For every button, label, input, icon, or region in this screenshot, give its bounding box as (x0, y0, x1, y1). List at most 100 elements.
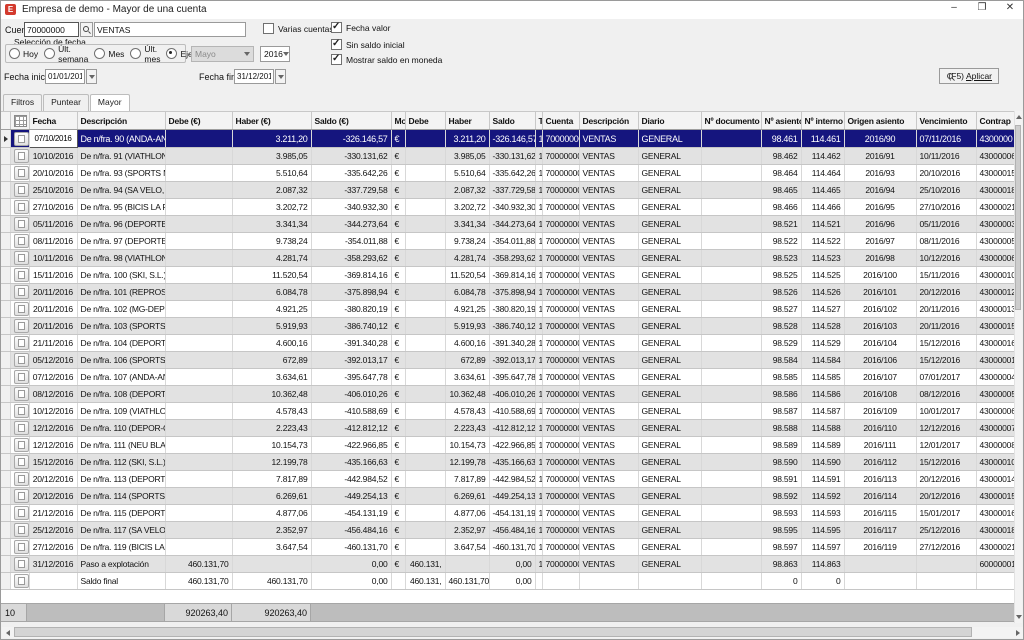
cell-msaldo[interactable]: -340.932,30 (489, 199, 535, 216)
cell-t[interactable]: 1 (535, 165, 542, 182)
tab-filtros[interactable]: Filtros (3, 94, 42, 111)
cell-diario[interactable]: GENERAL (638, 335, 701, 352)
tab-puntear[interactable]: Puntear (43, 94, 89, 111)
cell-mhaber[interactable]: 460.131,70 (445, 573, 489, 590)
cell-ndoc[interactable] (701, 539, 761, 556)
cell-venc[interactable]: 15/12/2016 (916, 454, 976, 471)
cell-cuenta[interactable]: 70000000 (542, 182, 579, 199)
cell-desc[interactable]: De n/fra. 114 (SPORTS MARÍA) (77, 488, 165, 505)
table-row[interactable]: 10/12/2016De n/fra. 109 (VIATHLON, S.L.)… (1, 403, 1018, 420)
row-detail-cell[interactable] (10, 522, 29, 539)
cell-fecha[interactable]: 21/12/2016 (29, 505, 77, 522)
cell-origen[interactable]: 2016/114 (844, 488, 916, 505)
row-detail-cell[interactable] (10, 233, 29, 250)
cell-fecha[interactable]: 07/10/2016 (29, 130, 77, 148)
cell-ndoc[interactable] (701, 267, 761, 284)
cell-saldo[interactable]: -369.814,16 (311, 267, 391, 284)
table-row[interactable]: 27/10/2016De n/fra. 95 (BICIS LA REAL, S… (1, 199, 1018, 216)
cell-cuenta[interactable]: 70000000 (542, 437, 579, 454)
table-row[interactable]: 21/11/2016De n/fra. 104 (DEPORTES DE ARA… (1, 335, 1018, 352)
cell-desc2[interactable]: VENTAS (579, 505, 638, 522)
cell-interno[interactable]: 114.863 (801, 556, 844, 573)
cell-contrap[interactable]: 43000012 - R (976, 284, 1018, 301)
cell-debe[interactable] (165, 233, 232, 250)
cell-venc[interactable]: 20/10/2016 (916, 165, 976, 182)
cell-debe[interactable]: 460.131,70 (165, 573, 232, 590)
document-icon[interactable] (14, 489, 29, 503)
cell-diario[interactable]: GENERAL (638, 250, 701, 267)
cell-venc[interactable]: 15/11/2016 (916, 267, 976, 284)
cell-desc2[interactable]: VENTAS (579, 352, 638, 369)
cell-ndoc[interactable] (701, 454, 761, 471)
row-detail-cell[interactable] (10, 130, 29, 148)
cell-diario[interactable]: GENERAL (638, 301, 701, 318)
table-row[interactable]: 07/10/2016De n/fra. 90 (ANDA-ANDA3.211,2… (1, 130, 1018, 148)
cell-saldo[interactable]: -410.588,69 (311, 403, 391, 420)
cell-mdebe[interactable] (405, 130, 445, 148)
row-detail-cell[interactable] (10, 539, 29, 556)
cell-msaldo[interactable]: -460.131,70 (489, 539, 535, 556)
cell-desc2[interactable]: VENTAS (579, 403, 638, 420)
cell-desc[interactable]: De n/fra. 94 (SA VELO, S.A.) (77, 182, 165, 199)
cell-diario[interactable]: GENERAL (638, 148, 701, 165)
cell-saldo[interactable]: -456.484,16 (311, 522, 391, 539)
cell-fecha[interactable]: 15/12/2016 (29, 454, 77, 471)
vertical-scrollbar[interactable] (1014, 111, 1022, 623)
col-header-t[interactable]: T (535, 112, 542, 130)
cell-venc[interactable]: 15/12/2016 (916, 352, 976, 369)
cell-contrap[interactable]: 43000006 - V (976, 148, 1018, 165)
cell-desc[interactable]: De n/fra. 100 (SKI, S.L.) (77, 267, 165, 284)
cell-interno[interactable]: 114.528 (801, 318, 844, 335)
document-icon[interactable] (14, 353, 29, 367)
cell-mhaber[interactable]: 4.578,43 (445, 403, 489, 420)
cuenta-name-input[interactable] (94, 22, 246, 37)
cell-mdebe[interactable] (405, 505, 445, 522)
cell-saldo[interactable]: -386.740,12 (311, 318, 391, 335)
cell-interno[interactable]: 114.466 (801, 199, 844, 216)
cell-venc[interactable]: 20/12/2016 (916, 488, 976, 505)
row-selector[interactable] (1, 233, 10, 250)
year-select[interactable]: 2016 (260, 46, 290, 62)
cell-contrap[interactable]: 43000018 - S (976, 522, 1018, 539)
cell-msaldo[interactable]: -326.146,57 (489, 130, 535, 148)
cell-mhaber[interactable]: 10.362,48 (445, 386, 489, 403)
cell-origen[interactable]: 2016/102 (844, 301, 916, 318)
cell-asiento[interactable]: 0 (761, 573, 801, 590)
table-row[interactable]: 08/12/2016De n/fra. 108 (DEPORTES CANTAB… (1, 386, 1018, 403)
cell-interno[interactable]: 114.522 (801, 233, 844, 250)
cell-origen[interactable]: 2016/110 (844, 420, 916, 437)
cell-debe[interactable] (165, 250, 232, 267)
cell-interno[interactable]: 114.597 (801, 539, 844, 556)
cell-debe[interactable] (165, 148, 232, 165)
cell-mdebe[interactable] (405, 352, 445, 369)
cell-debe[interactable] (165, 284, 232, 301)
cell-desc2[interactable]: VENTAS (579, 267, 638, 284)
cell-fecha[interactable]: 08/12/2016 (29, 386, 77, 403)
cell-t[interactable]: 1 (535, 130, 542, 148)
col-header-venc[interactable]: Vencimiento (916, 112, 976, 130)
cell-t[interactable]: 1 (535, 369, 542, 386)
cell-t[interactable]: 1 (535, 301, 542, 318)
cell-asiento[interactable]: 98.588 (761, 420, 801, 437)
row-detail-cell[interactable] (10, 199, 29, 216)
cell-contrap[interactable]: 43000004 - A (976, 369, 1018, 386)
cell-mhaber[interactable]: 3.211,20 (445, 130, 489, 148)
row-detail-cell[interactable] (10, 403, 29, 420)
table-row[interactable]: 05/12/2016De n/fra. 106 (SPORTS ABC)672,… (1, 352, 1018, 369)
table-row[interactable]: 15/12/2016De n/fra. 112 (SKI, S.L.)12.19… (1, 454, 1018, 471)
cell-debe[interactable] (165, 420, 232, 437)
cell-contrap[interactable]: 43000010 - S (976, 454, 1018, 471)
cell-haber[interactable]: 6.084,78 (232, 284, 311, 301)
cell-cuenta[interactable]: 70000000 (542, 335, 579, 352)
cell-mon[interactable]: € (391, 165, 405, 182)
cell-t[interactable]: 1 (535, 556, 542, 573)
cell-mhaber[interactable]: 3.647,54 (445, 539, 489, 556)
cell-mon[interactable]: € (391, 199, 405, 216)
cell-ndoc[interactable] (701, 318, 761, 335)
table-row[interactable]: 05/11/2016De n/fra. 96 (DEPORTES REUNIDO… (1, 216, 1018, 233)
table-row[interactable]: 12/12/2016De n/fra. 111 (NEU BLANCA, S.A… (1, 437, 1018, 454)
cell-mhaber[interactable]: 4.600,16 (445, 335, 489, 352)
cell-interno[interactable]: 114.464 (801, 165, 844, 182)
cell-desc2[interactable]: VENTAS (579, 386, 638, 403)
cell-diario[interactable]: GENERAL (638, 505, 701, 522)
